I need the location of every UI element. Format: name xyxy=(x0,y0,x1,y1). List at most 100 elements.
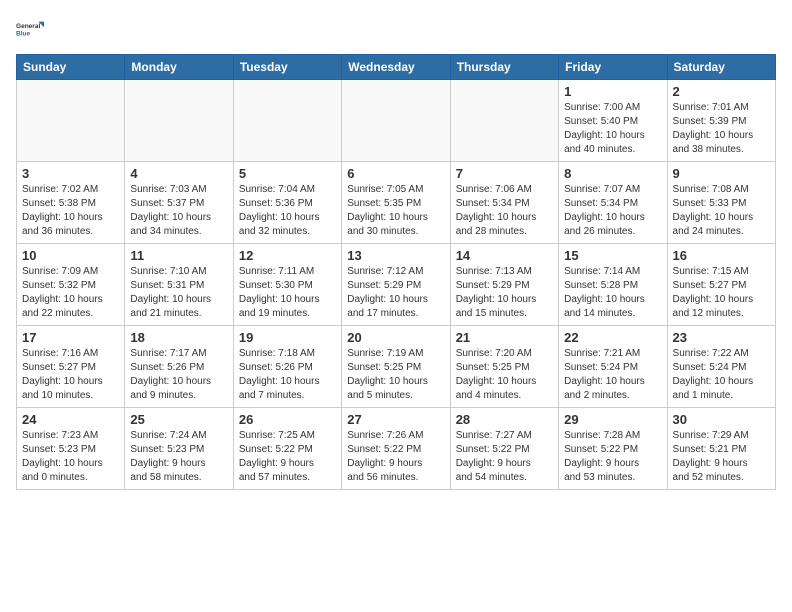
day-info: Sunrise: 7:26 AM Sunset: 5:22 PM Dayligh… xyxy=(347,429,444,485)
day-info: Sunrise: 7:15 AM Sunset: 5:27 PM Dayligh… xyxy=(673,265,770,321)
day-number: 29 xyxy=(564,412,661,427)
calendar-cell: 12Sunrise: 7:11 AM Sunset: 5:30 PM Dayli… xyxy=(233,244,341,326)
day-info: Sunrise: 7:01 AM Sunset: 5:39 PM Dayligh… xyxy=(673,101,770,157)
day-number: 19 xyxy=(239,330,336,345)
day-number: 16 xyxy=(673,248,770,263)
calendar-week-2: 3 Sunrise: 7:02 AM Sunset: 5:38 PM Daylig… xyxy=(17,162,776,244)
calendar-cell: 2 Sunrise: 7:01 AM Sunset: 5:39 PM Daylig… xyxy=(667,80,775,162)
day-info: Sunrise: 7:08 AM Sunset: 5:33 PM Dayligh… xyxy=(673,183,770,239)
calendar-cell: 8Sunrise: 7:07 AM Sunset: 5:34 PM Daylig… xyxy=(559,162,667,244)
day-number: 7 xyxy=(456,166,553,181)
day-info: Sunrise: 7:16 AM Sunset: 5:27 PM Dayligh… xyxy=(22,347,119,403)
day-number: 10 xyxy=(22,248,119,263)
day-info: Sunrise: 7:25 AM Sunset: 5:22 PM Dayligh… xyxy=(239,429,336,485)
day-info: Sunrise: 7:23 AM Sunset: 5:23 PM Dayligh… xyxy=(22,429,119,485)
calendar-cell: 9 Sunrise: 7:08 AM Sunset: 5:33 PM Daylig… xyxy=(667,162,775,244)
day-info: Sunrise: 7:20 AM Sunset: 5:25 PM Dayligh… xyxy=(456,347,553,403)
day-number: 4 xyxy=(130,166,227,181)
day-number: 14 xyxy=(456,248,553,263)
day-info: Sunrise: 7:21 AM Sunset: 5:24 PM Dayligh… xyxy=(564,347,661,403)
day-info: Sunrise: 7:00 AM Sunset: 5:40 PM Dayligh… xyxy=(564,101,661,157)
day-info: Sunrise: 7:13 AM Sunset: 5:29 PM Dayligh… xyxy=(456,265,553,321)
calendar-cell: 15Sunrise: 7:14 AM Sunset: 5:28 PM Dayli… xyxy=(559,244,667,326)
day-info: Sunrise: 7:12 AM Sunset: 5:29 PM Dayligh… xyxy=(347,265,444,321)
calendar-cell: 18 Sunrise: 7:17 AM Sunset: 5:26 PM Dayli… xyxy=(125,326,233,408)
day-number: 13 xyxy=(347,248,444,263)
svg-text:General: General xyxy=(16,23,40,30)
calendar-week-1: 1 Sunrise: 7:00 AM Sunset: 5:40 PM Daylig… xyxy=(17,80,776,162)
day-number: 18 xyxy=(130,330,227,345)
day-info: Sunrise: 7:17 AM Sunset: 5:26 PM Dayligh… xyxy=(130,347,227,403)
calendar-cell xyxy=(342,80,450,162)
day-number: 12 xyxy=(239,248,336,263)
calendar-header-wednesday: Wednesday xyxy=(342,55,450,80)
calendar-cell xyxy=(17,80,125,162)
day-number: 5 xyxy=(239,166,336,181)
calendar-cell xyxy=(450,80,558,162)
calendar-cell: 3 Sunrise: 7:02 AM Sunset: 5:38 PM Daylig… xyxy=(17,162,125,244)
calendar-cell: 29 Sunrise: 7:28 AM Sunset: 5:22 PM Dayli… xyxy=(559,408,667,490)
day-info: Sunrise: 7:05 AM Sunset: 5:35 PM Dayligh… xyxy=(347,183,444,239)
calendar-cell: 19 Sunrise: 7:18 AM Sunset: 5:26 PM Dayli… xyxy=(233,326,341,408)
day-info: Sunrise: 7:04 AM Sunset: 5:36 PM Dayligh… xyxy=(239,183,336,239)
day-number: 28 xyxy=(456,412,553,427)
day-number: 20 xyxy=(347,330,444,345)
calendar-cell: 14 Sunrise: 7:13 AM Sunset: 5:29 PM Dayli… xyxy=(450,244,558,326)
calendar-cell: 4 Sunrise: 7:03 AM Sunset: 5:37 PM Daylig… xyxy=(125,162,233,244)
calendar-week-4: 17 Sunrise: 7:16 AM Sunset: 5:27 PM Dayli… xyxy=(17,326,776,408)
calendar-cell xyxy=(233,80,341,162)
logo-icon: GeneralBlue xyxy=(16,16,44,44)
day-info: Sunrise: 7:27 AM Sunset: 5:22 PM Dayligh… xyxy=(456,429,553,485)
day-info: Sunrise: 7:28 AM Sunset: 5:22 PM Dayligh… xyxy=(564,429,661,485)
day-number: 1 xyxy=(564,84,661,99)
day-info: Sunrise: 7:22 AM Sunset: 5:24 PM Dayligh… xyxy=(673,347,770,403)
day-number: 6 xyxy=(347,166,444,181)
day-number: 17 xyxy=(22,330,119,345)
calendar-cell: 27Sunrise: 7:26 AM Sunset: 5:22 PM Dayli… xyxy=(342,408,450,490)
calendar-cell: 17 Sunrise: 7:16 AM Sunset: 5:27 PM Dayli… xyxy=(17,326,125,408)
day-info: Sunrise: 7:10 AM Sunset: 5:31 PM Dayligh… xyxy=(130,265,227,321)
day-number: 3 xyxy=(22,166,119,181)
calendar-cell: 30Sunrise: 7:29 AM Sunset: 5:21 PM Dayli… xyxy=(667,408,775,490)
day-number: 23 xyxy=(673,330,770,345)
calendar-week-3: 10 Sunrise: 7:09 AM Sunset: 5:32 PM Dayli… xyxy=(17,244,776,326)
day-number: 25 xyxy=(130,412,227,427)
calendar-cell: 1 Sunrise: 7:00 AM Sunset: 5:40 PM Daylig… xyxy=(559,80,667,162)
calendar-cell: 5 Sunrise: 7:04 AM Sunset: 5:36 PM Daylig… xyxy=(233,162,341,244)
calendar-cell: 24 Sunrise: 7:23 AM Sunset: 5:23 PM Dayli… xyxy=(17,408,125,490)
calendar-cell: 10 Sunrise: 7:09 AM Sunset: 5:32 PM Dayli… xyxy=(17,244,125,326)
calendar-header-row: SundayMondayTuesdayWednesdayThursdayFrid… xyxy=(17,55,776,80)
calendar-cell: 6 Sunrise: 7:05 AM Sunset: 5:35 PM Daylig… xyxy=(342,162,450,244)
calendar-week-5: 24 Sunrise: 7:23 AM Sunset: 5:23 PM Dayli… xyxy=(17,408,776,490)
calendar-cell xyxy=(125,80,233,162)
day-info: Sunrise: 7:24 AM Sunset: 5:23 PM Dayligh… xyxy=(130,429,227,485)
calendar-header-tuesday: Tuesday xyxy=(233,55,341,80)
day-info: Sunrise: 7:09 AM Sunset: 5:32 PM Dayligh… xyxy=(22,265,119,321)
calendar-cell: 11 Sunrise: 7:10 AM Sunset: 5:31 PM Dayli… xyxy=(125,244,233,326)
day-number: 21 xyxy=(456,330,553,345)
day-number: 2 xyxy=(673,84,770,99)
day-info: Sunrise: 7:19 AM Sunset: 5:25 PM Dayligh… xyxy=(347,347,444,403)
day-number: 11 xyxy=(130,248,227,263)
day-info: Sunrise: 7:18 AM Sunset: 5:26 PM Dayligh… xyxy=(239,347,336,403)
day-number: 22 xyxy=(564,330,661,345)
calendar-cell: 21 Sunrise: 7:20 AM Sunset: 5:25 PM Dayli… xyxy=(450,326,558,408)
page-header: GeneralBlue xyxy=(16,16,776,44)
day-info: Sunrise: 7:03 AM Sunset: 5:37 PM Dayligh… xyxy=(130,183,227,239)
logo: GeneralBlue xyxy=(16,16,48,44)
calendar-header-thursday: Thursday xyxy=(450,55,558,80)
calendar-header-saturday: Saturday xyxy=(667,55,775,80)
day-info: Sunrise: 7:06 AM Sunset: 5:34 PM Dayligh… xyxy=(456,183,553,239)
calendar-cell: 7 Sunrise: 7:06 AM Sunset: 5:34 PM Daylig… xyxy=(450,162,558,244)
day-number: 8 xyxy=(564,166,661,181)
day-number: 9 xyxy=(673,166,770,181)
svg-text:Blue: Blue xyxy=(16,31,30,38)
day-number: 24 xyxy=(22,412,119,427)
calendar-cell: 26Sunrise: 7:25 AM Sunset: 5:22 PM Dayli… xyxy=(233,408,341,490)
calendar-cell: 13 Sunrise: 7:12 AM Sunset: 5:29 PM Dayli… xyxy=(342,244,450,326)
calendar-cell: 28 Sunrise: 7:27 AM Sunset: 5:22 PM Dayli… xyxy=(450,408,558,490)
day-info: Sunrise: 7:02 AM Sunset: 5:38 PM Dayligh… xyxy=(22,183,119,239)
calendar-table: SundayMondayTuesdayWednesdayThursdayFrid… xyxy=(16,54,776,490)
calendar-header-sunday: Sunday xyxy=(17,55,125,80)
day-number: 15 xyxy=(564,248,661,263)
